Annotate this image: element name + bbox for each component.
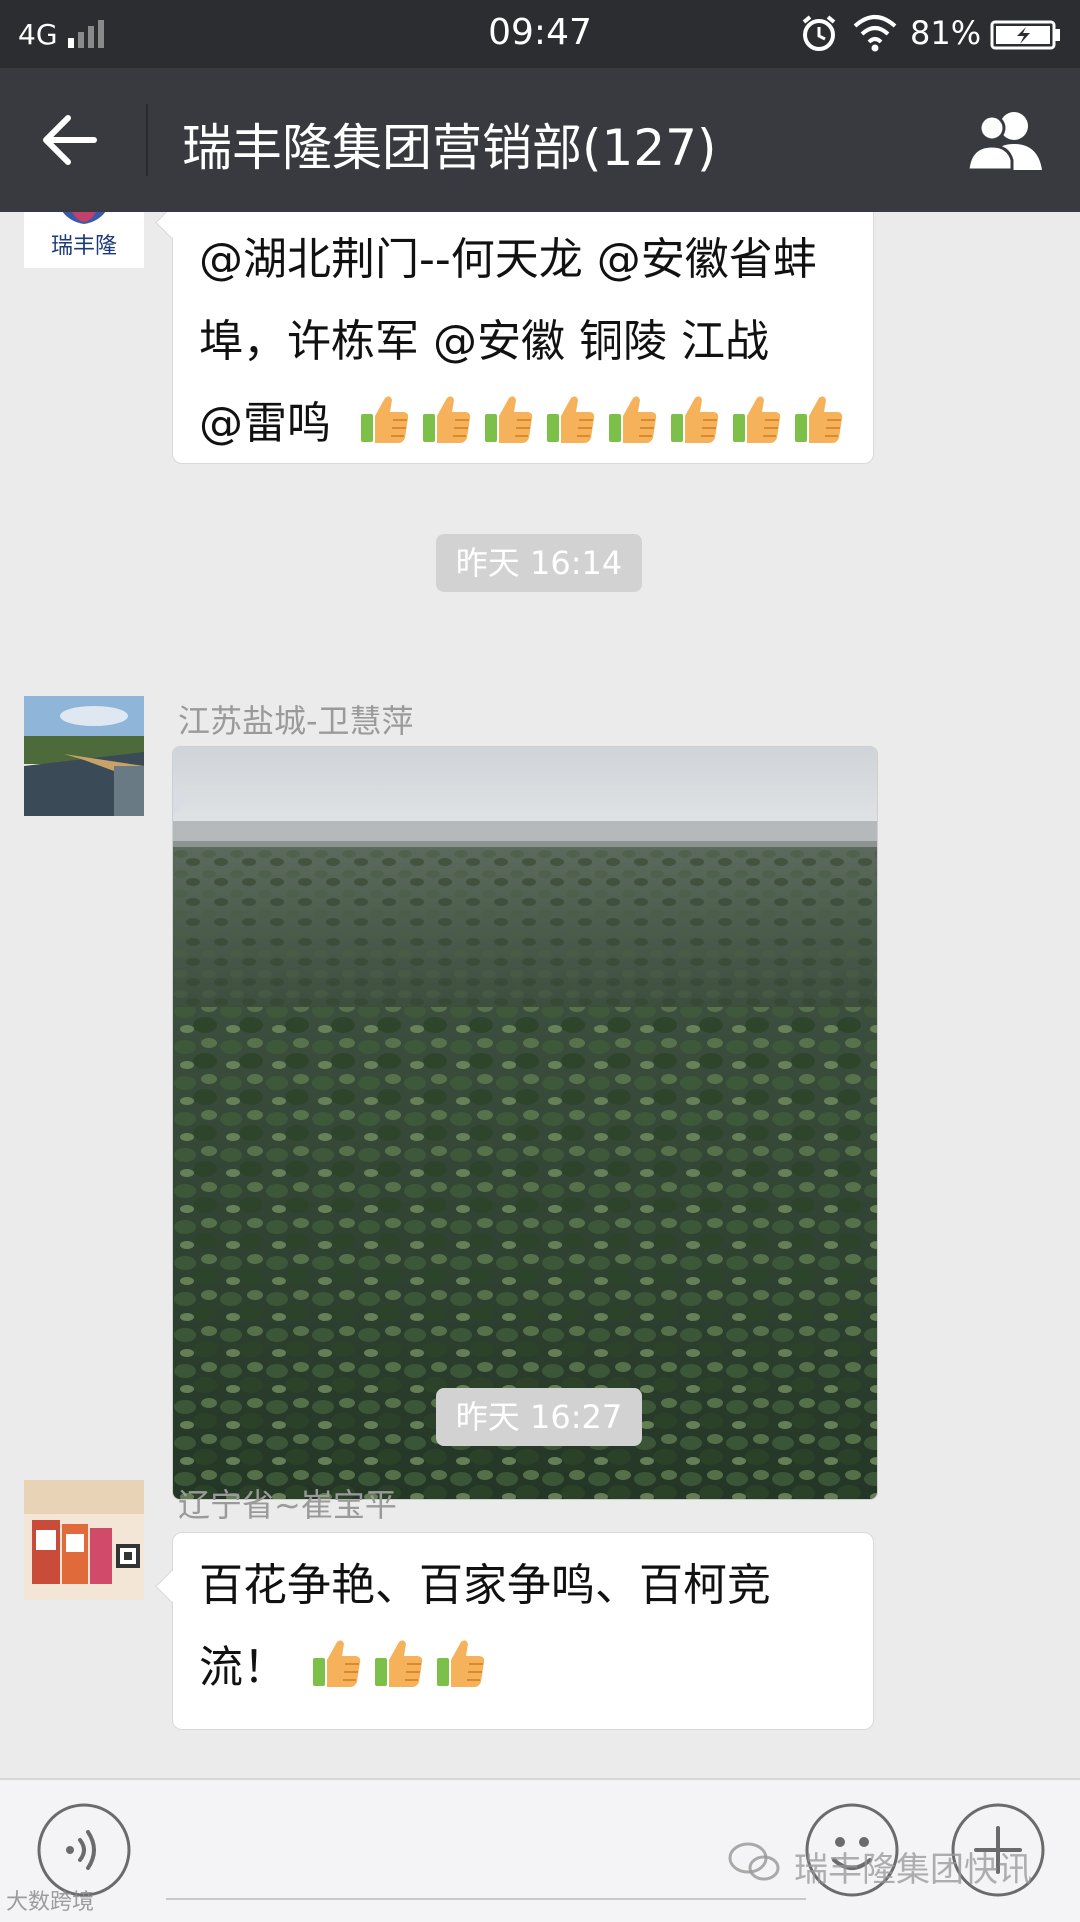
battery-level: 81% xyxy=(910,14,982,52)
message-line: 流！ xyxy=(199,1627,847,1709)
account-watermark: 瑞丰隆集团快讯 xyxy=(730,1842,1032,1891)
message-line-text: @雷鸣 xyxy=(199,398,331,449)
sender-name: 江苏盐城-卫慧萍 xyxy=(178,702,414,740)
thumbs-up-icon xyxy=(373,1636,425,1690)
status-bar: 4G 09:47 81% xyxy=(0,0,1080,68)
message-line: 百花争艳、百家争鸣、百柯竞 xyxy=(199,1560,771,1611)
message-list[interactable]: 瑞丰隆 @湖北荆门--何天龙 @安徽省蚌 埠，许栋军 @安徽 铜陵 江战 @雷鸣… xyxy=(0,212,1080,1778)
message-line: 埠，许栋军 @安徽 铜陵 江战 xyxy=(199,316,769,367)
avatar[interactable] xyxy=(24,696,144,816)
thumbs-up-row xyxy=(359,398,855,449)
thumbs-up-icon xyxy=(793,392,845,446)
message-bubble[interactable]: @湖北荆门--何天龙 @安徽省蚌 埠，许栋军 @安徽 铜陵 江战 @雷鸣 xyxy=(172,212,874,464)
back-arrow-icon[interactable] xyxy=(38,110,102,170)
avatar-product-ad-image xyxy=(24,1480,144,1600)
green-vegetable-field-photo xyxy=(173,747,877,1499)
thumbs-up-icon xyxy=(435,1636,487,1690)
thumbs-up-icon xyxy=(545,392,597,446)
image-message[interactable] xyxy=(172,746,878,1500)
battery-charging-icon xyxy=(990,20,1060,50)
avatar-label: 瑞丰隆 xyxy=(50,234,117,259)
thumbs-up-icon xyxy=(669,392,721,446)
thumbs-up-icon xyxy=(421,392,473,446)
thumbs-up-icon xyxy=(607,392,659,446)
message-line-text: 流！ xyxy=(199,1642,287,1693)
wifi-icon xyxy=(853,15,897,52)
timestamp: 昨天 16:27 xyxy=(436,1388,642,1446)
message-bubble[interactable]: 百花争艳、百家争鸣、百柯竞 流！ xyxy=(172,1532,874,1730)
avatar-landscape-image xyxy=(24,696,144,816)
chat-title: 瑞丰隆集团营销部(127) xyxy=(182,119,717,177)
avatar[interactable]: 瑞丰隆 xyxy=(24,212,144,268)
alarm-icon xyxy=(802,15,836,51)
thumbs-up-icon xyxy=(311,1636,363,1690)
thumbs-up-icon xyxy=(483,392,535,446)
timestamp: 昨天 16:14 xyxy=(436,534,642,592)
thumbs-up-icon xyxy=(731,392,783,446)
corner-watermark: 大数跨境 xyxy=(6,1890,95,1915)
text-input-underline[interactable] xyxy=(166,1898,806,1900)
thumbs-up-icon xyxy=(359,392,411,446)
chat-header: 瑞丰隆集团营销部(127) xyxy=(0,68,1080,212)
message-line: @雷鸣 xyxy=(199,383,847,465)
thumbs-up-row xyxy=(311,1642,497,1693)
message-line: @湖北荆门--何天龙 @安徽省蚌 xyxy=(199,234,817,285)
account-watermark-text: 瑞丰隆集团快讯 xyxy=(794,1850,1032,1890)
header-divider xyxy=(146,104,148,176)
group-members-icon[interactable] xyxy=(964,108,1050,174)
sender-name: 辽宁省~崔宝平 xyxy=(178,1486,397,1524)
avatar[interactable] xyxy=(24,1480,144,1600)
